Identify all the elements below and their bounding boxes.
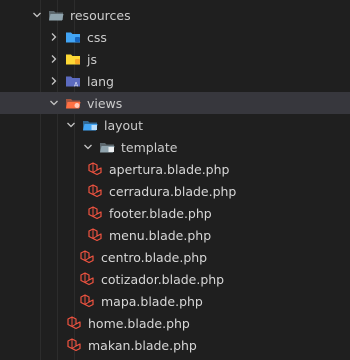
tree-row-label: menu.blade.php [109,227,212,243]
tree-row-js[interactable]: js [0,48,350,70]
chevron-right-icon[interactable] [47,29,61,45]
explorer-file-tree: resources css js A lang views layout tem… [0,0,350,360]
folder-css-icon [65,30,81,44]
tree-row-makan[interactable]: makan.blade.php [0,334,350,356]
tree-row-cerradura[interactable]: cerradura.blade.php [0,180,350,202]
tree-row-label: centro.blade.php [101,249,208,265]
laravel-icon [66,338,82,352]
laravel-icon [87,162,103,176]
folder-template-icon [99,140,115,154]
tree-row-label: home.blade.php [88,315,190,331]
tree-row-apertura[interactable]: apertura.blade.php [0,158,350,180]
tree-row-label: css [87,29,107,45]
laravel-icon [79,294,95,308]
chevron-right-icon[interactable] [47,51,61,67]
tree-row-label: layout [104,117,144,133]
tree-row-layout[interactable]: layout [0,114,350,136]
tree-row-footer[interactable]: footer.blade.php [0,202,350,224]
tree-row-label: cotizador.blade.php [101,271,225,287]
tree-row-label: template [121,139,178,155]
laravel-icon [87,228,103,242]
tree-row-resources[interactable]: resources [0,4,350,26]
laravel-icon [87,206,103,220]
chevron-down-icon[interactable] [30,7,44,23]
tree-row-lang[interactable]: A lang [0,70,350,92]
folder-open-icon [48,8,64,22]
tree-row-css[interactable]: css [0,26,350,48]
folder-lang-icon: A [65,74,81,88]
folder-views-icon [65,96,81,110]
tree-row-label: resources [70,7,131,23]
tree-row-cotizador[interactable]: cotizador.blade.php [0,268,350,290]
folder-layout-icon [82,118,98,132]
chevron-right-icon[interactable] [47,73,61,89]
tree-row-views[interactable]: views [0,92,350,114]
chevron-down-icon[interactable] [64,117,78,133]
laravel-icon [79,272,95,286]
tree-row-label: views [87,95,123,111]
laravel-icon [87,184,103,198]
tree-row-label: lang [87,73,114,89]
tree-row-centro[interactable]: centro.blade.php [0,246,350,268]
folder-js-icon [65,52,81,66]
tree-row-label: mapa.blade.php [101,293,203,309]
tree-row-label: makan.blade.php [88,337,197,353]
tree-row-label: cerradura.blade.php [109,183,237,199]
laravel-icon [79,250,95,264]
tree-row-label: apertura.blade.php [109,161,230,177]
tree-row-home[interactable]: home.blade.php [0,312,350,334]
laravel-icon [66,316,82,330]
tree-row-mapa[interactable]: mapa.blade.php [0,290,350,312]
chevron-down-icon[interactable] [81,139,95,155]
tree-row-template[interactable]: template [0,136,350,158]
tree-row-label: footer.blade.php [109,205,212,221]
tree-row-label: js [87,51,97,67]
tree-row-menu[interactable]: menu.blade.php [0,224,350,246]
chevron-down-icon[interactable] [47,95,61,111]
